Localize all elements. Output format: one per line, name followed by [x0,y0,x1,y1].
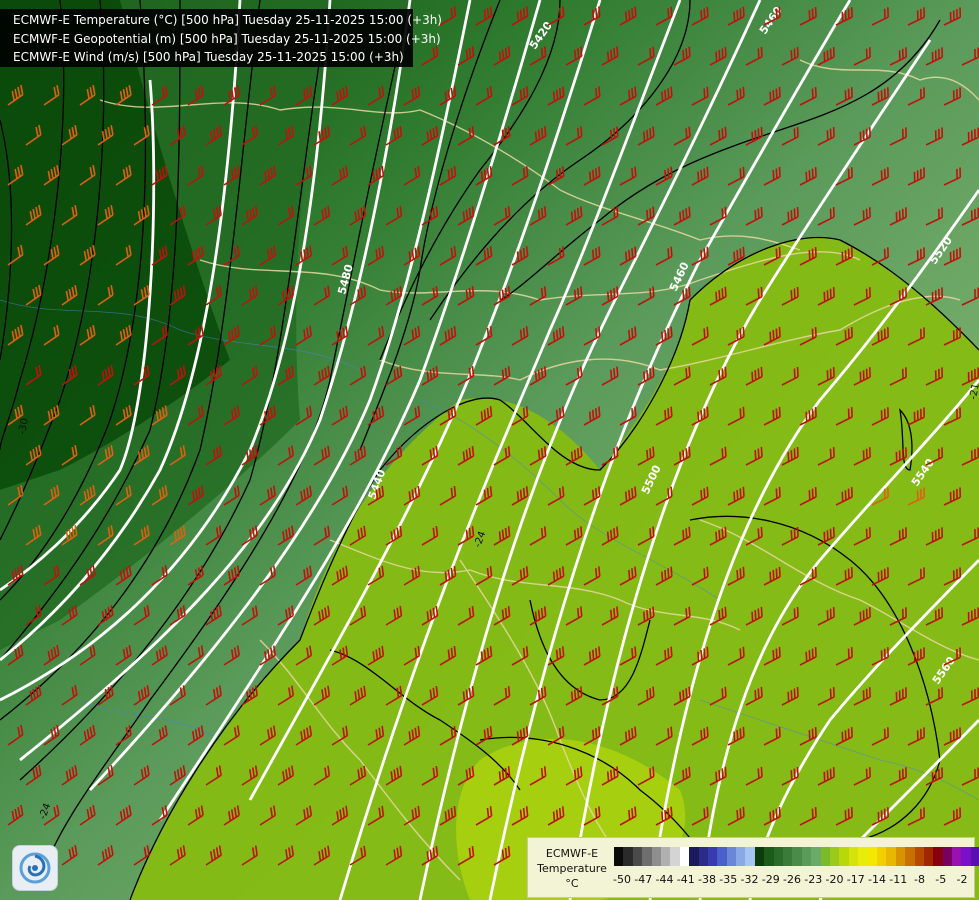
legend-swatch [707,847,718,866]
legend-swatch [689,847,699,866]
legend-swatch [867,847,877,866]
weather-map: 5420 5460 5480 5460 5520 5440 5500 5540 … [0,0,979,900]
legend-swatch [642,847,652,866]
legend-tick-label: -38 [698,873,716,886]
legend-swatch [726,847,737,866]
legend-tick-label: -44 [655,873,674,886]
legend-tick-label: -20 [825,873,844,886]
legend-unit: °C [565,877,579,890]
legend-swatch [905,847,915,866]
legend-color-bar [614,847,979,866]
wind-title: ECMWF-E Wind (m/s) [500 hPa] Tuesday 25-… [13,50,404,64]
legend-swatch [858,847,868,866]
legend-swatch [839,847,849,866]
legend-swatch [876,847,887,866]
legend-swatch [783,847,793,866]
legend-swatch [933,847,943,866]
legend-swatch [942,847,953,866]
legend-swatch [623,847,633,866]
legend-swatch [970,847,979,866]
provider-logo [12,845,58,891]
legend-swatch [829,847,840,866]
legend-swatch [698,847,708,866]
legend-model: ECMWF-E [545,847,599,860]
legend-swatch [773,847,784,866]
legend-ticks: -50 -47 -44 -41 -38 -35 -32 -29 -26 -23 -20 -17 -14-… [613,873,970,887]
legend-tick-label: -29 [761,873,780,886]
legend-swatch [886,847,896,866]
legend-swatch [736,847,746,866]
legend-swatch [811,847,821,866]
legend-tick-label: -8 [914,873,925,886]
legend-swatch [895,847,906,866]
legend-tick-label: -17 [846,873,865,886]
legend-swatch [717,847,727,866]
legend-tick-label: -23 [804,873,823,886]
legend-swatch [614,847,624,866]
geopotential-title: ECMWF-E Geopotential (m) [500 hPa] Tuesd… [13,31,441,46]
legend-swatch [914,847,924,866]
legend-swatch [923,847,934,866]
legend-swatch [679,847,690,866]
legend-swatch [961,847,971,866]
temperature-title: ECMWF-E Temperature (°C) [500 hPa] Tuesd… [13,13,442,27]
legend-title: ECMWF-E Temperature °C [532,846,612,891]
legend-swatch [848,847,859,866]
legend-swatch [670,847,680,866]
legend-swatch [952,847,962,866]
legend-tick-label: -5 [935,873,947,886]
legend-swatch [820,847,830,866]
legend-swatch [792,847,802,866]
legend-tick-label: -50 [613,873,631,886]
legend-variable: Temperature [537,862,607,875]
legend-swatch [754,847,765,866]
legend-tick-label: -2 [956,873,968,886]
legend-swatch [660,847,671,866]
legend-swatch [745,847,755,866]
legend-tick-label: -26 [783,873,801,886]
swirl-logo-icon [19,852,51,884]
legend-tick-label: -14 [868,873,886,886]
legend-tick-label: -32 [740,873,759,886]
legend-tick-label: -41 [676,873,695,886]
legend-swatch [801,847,812,866]
legend-tick-label: -47 [634,873,653,886]
map-title-panel: ECMWF-E Temperature (°C) [500 hPa] Tuesd… [0,9,442,67]
isotherm-label: -21 [968,383,979,401]
temperature-legend: ECMWF-E Temperature °C -50 -47 -44 -41 -38 -3… [527,837,979,898]
legend-tick-label: -11 [889,873,908,886]
legend-swatch [651,847,661,866]
legend-swatch [632,847,643,866]
legend-tick-label: -35 [719,873,738,886]
legend-swatch [764,847,774,866]
